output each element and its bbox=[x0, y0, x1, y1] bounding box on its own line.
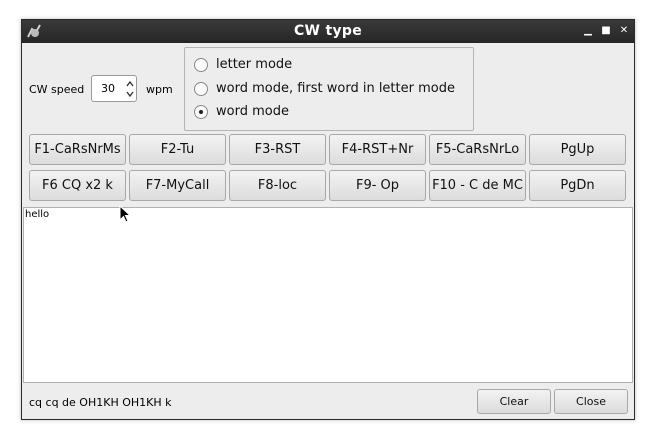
f3-button[interactable]: F3-RST bbox=[229, 134, 326, 165]
window-title: CW type bbox=[293, 23, 363, 39]
radio-word-mode-indicator[interactable] bbox=[194, 105, 208, 119]
close-button[interactable]: Close bbox=[554, 389, 628, 414]
mode-radio-group: letter mode word mode, first word in let… bbox=[184, 47, 474, 131]
f4-button[interactable]: F4-RST+Nr bbox=[329, 134, 426, 165]
status-text: cq cq de OH1KH OH1KH k bbox=[29, 396, 172, 409]
f10-button[interactable]: F10 - C de MC bbox=[429, 170, 526, 201]
f6-button[interactable]: F6 CQ x2 k bbox=[29, 170, 126, 201]
cw-speed-spinbox[interactable]: 30 bbox=[91, 75, 137, 102]
f5-button[interactable]: F5-CaRsNrLo bbox=[429, 134, 526, 165]
cw-speed-label: CW speed bbox=[29, 83, 85, 96]
radio-word-mode-first-letter-label[interactable]: word mode, first word in letter mode bbox=[216, 81, 455, 96]
f7-button[interactable]: F7-MyCall bbox=[129, 170, 226, 201]
close-icon[interactable]: ✕ bbox=[617, 24, 631, 38]
minimize-icon[interactable]: ▁ bbox=[581, 24, 595, 38]
radio-word-mode-label[interactable]: word mode bbox=[216, 104, 289, 119]
spin-down-icon[interactable] bbox=[125, 89, 135, 99]
radio-letter-mode-indicator[interactable] bbox=[194, 58, 208, 72]
title-bar[interactable]: CW type ▁ ■ ✕ bbox=[22, 20, 634, 43]
pgup-button[interactable]: PgUp bbox=[529, 134, 626, 165]
pgdn-button[interactable]: PgDn bbox=[529, 170, 626, 201]
cw-text-input[interactable]: hello bbox=[23, 207, 633, 383]
wpm-unit-label: wpm bbox=[146, 83, 173, 96]
mouse-pointer-icon bbox=[119, 205, 131, 223]
clear-button[interactable]: Clear bbox=[477, 389, 551, 414]
radio-word-mode-first-letter-indicator[interactable] bbox=[194, 82, 208, 96]
cw-type-window: CW type ▁ ■ ✕ CW speed 30 wpm letter mod… bbox=[21, 19, 635, 420]
f8-button[interactable]: F8-loc bbox=[229, 170, 326, 201]
f2-button[interactable]: F2-Tu bbox=[129, 134, 226, 165]
spin-up-icon[interactable] bbox=[125, 79, 135, 89]
radio-letter-mode-label[interactable]: letter mode bbox=[216, 57, 292, 72]
f1-button[interactable]: F1-CaRsNrMs bbox=[29, 134, 126, 165]
cw-speed-value[interactable]: 30 bbox=[96, 82, 120, 95]
maximize-icon[interactable]: ■ bbox=[599, 24, 613, 38]
f9-button[interactable]: F9- Op bbox=[329, 170, 426, 201]
